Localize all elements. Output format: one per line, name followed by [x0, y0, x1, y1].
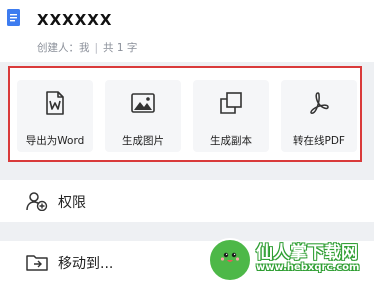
convert-pdf-button[interactable]: 转在线PDF [281, 80, 357, 152]
meta-divider: | [94, 42, 99, 54]
copy-icon [220, 92, 242, 114]
cactus-mascot-icon [220, 252, 240, 262]
permissions-label: 权限 [58, 195, 86, 211]
generate-copy-label: 生成副本 [210, 135, 252, 147]
folder-move-icon [26, 255, 48, 271]
document-icon [7, 9, 20, 26]
creator-label: 创建人：我 [37, 42, 90, 54]
user-add-icon [26, 192, 48, 211]
export-word-button[interactable]: 导出为Word [17, 80, 93, 152]
generate-image-button[interactable]: 生成图片 [105, 80, 181, 152]
watermark-title: 仙人掌下载网 [256, 243, 358, 263]
word-file-icon [46, 91, 64, 115]
export-actions-panel: 导出为Word 生成图片 生成副本 转在线PDF [8, 66, 362, 162]
watermark-url: www.hebxqrc.com [256, 262, 360, 273]
pdf-icon [310, 92, 329, 114]
document-meta: 创建人：我 | 共 1 字 [37, 40, 137, 55]
document-title: XXXXXX [37, 11, 113, 29]
generate-copy-button[interactable]: 生成副本 [193, 80, 269, 152]
document-header: XXXXXX 创建人：我 | 共 1 字 [0, 0, 374, 62]
generate-image-label: 生成图片 [122, 135, 164, 147]
image-icon [131, 93, 155, 113]
export-word-label: 导出为Word [25, 135, 85, 147]
menu-item-permissions[interactable]: 权限 [0, 180, 374, 222]
word-count: 共 1 字 [103, 42, 138, 54]
move-to-label: 移动到... [58, 256, 114, 272]
convert-pdf-label: 转在线PDF [293, 135, 345, 147]
